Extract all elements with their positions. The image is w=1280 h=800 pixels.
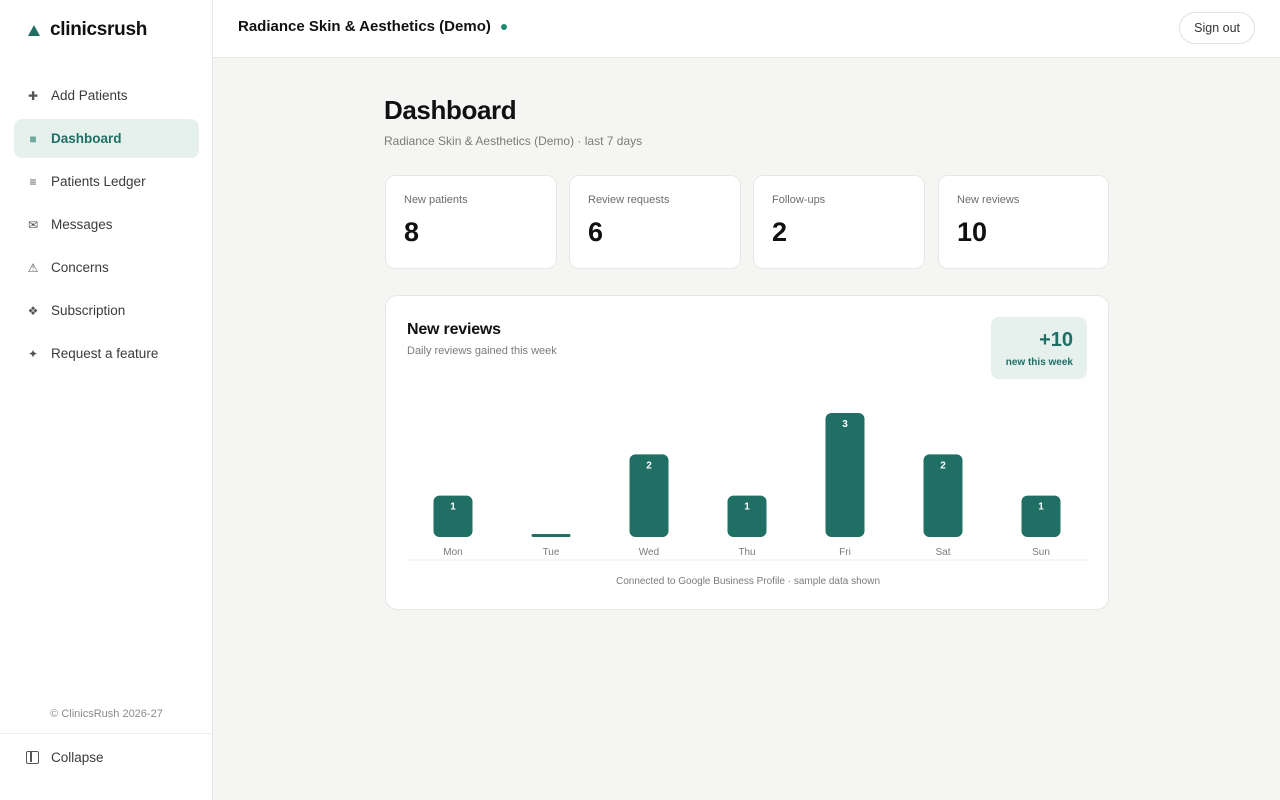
stat-card-new-reviews: New reviews 10 xyxy=(938,175,1109,269)
sidebar-item-label: Dashboard xyxy=(51,131,122,146)
badge-value: +10 xyxy=(1039,329,1073,351)
page-subtitle: Radiance Skin & Aesthetics (Demo) · last… xyxy=(384,134,643,148)
sidebar-item-label: Request a feature xyxy=(51,346,159,361)
chart-subtitle: Daily reviews gained this week xyxy=(407,345,557,357)
x-tick-label: Wed xyxy=(639,547,659,558)
sidebar-item-label: Patients Ledger xyxy=(51,174,146,189)
plus-icon: ✚ xyxy=(27,88,39,103)
bar-value-label: 1 xyxy=(1038,502,1044,513)
sidebar-item-subscription[interactable]: ❖ Subscription xyxy=(14,291,199,330)
stat-label: New patients xyxy=(404,194,468,206)
stat-value: 8 xyxy=(404,217,420,247)
topbar: Radiance Skin & Aesthetics (Demo) Sign o… xyxy=(213,0,1280,58)
copyright: © ClinicsRush 2026-27 xyxy=(50,708,163,720)
chart-title: New reviews xyxy=(407,321,501,338)
x-tick-label: Fri xyxy=(839,547,851,558)
weekly-total-badge: +10 new this week xyxy=(991,317,1087,379)
clinic-name-text: Radiance Skin & Aesthetics (Demo) xyxy=(238,18,491,35)
chart-footer: Connected to Google Business Profile · s… xyxy=(615,576,881,587)
stat-card-follow-ups: Follow-ups 2 xyxy=(753,175,925,269)
sidebar-item-messages[interactable]: ✉ Messages xyxy=(14,205,199,244)
collapse-label: Collapse xyxy=(51,750,104,765)
sidebar-item-label: Concerns xyxy=(51,260,109,275)
new-reviews-card: 1 Mon Tue 2 Wed 1 Thu 3 Fri 2 Sat 1 Sun New reviews … xyxy=(385,295,1109,610)
brand-name: clinicsrush xyxy=(50,19,148,40)
bar-fri xyxy=(825,413,865,537)
sidebar-item-dashboard[interactable]: ■ Dashboard xyxy=(14,119,199,158)
badge-label: new this week xyxy=(1005,357,1073,368)
dashboard-square-icon: ■ xyxy=(29,131,37,146)
sidebar-item-label: Messages xyxy=(51,217,113,232)
bar-value-label: 1 xyxy=(744,502,750,513)
sidebar-item-label: Add Patients xyxy=(51,88,128,103)
collapse-button[interactable]: Collapse xyxy=(26,750,104,765)
envelope-icon: ✉ xyxy=(27,217,39,232)
sidebar-item-label: Subscription xyxy=(51,303,126,318)
x-tick-label: Tue xyxy=(543,547,560,558)
bar-value-label: 3 xyxy=(842,419,848,430)
sign-out-button[interactable]: Sign out xyxy=(1179,12,1255,44)
list-icon: ≡ xyxy=(29,174,37,189)
page-title: Dashboard xyxy=(384,95,517,125)
bar-value-label: 2 xyxy=(940,460,946,471)
stat-value: 6 xyxy=(588,217,604,247)
brand-logo[interactable]: clinicsrush xyxy=(28,19,147,41)
stat-label: New reviews xyxy=(957,194,1020,206)
stat-label: Review requests xyxy=(588,194,670,206)
x-tick-label: Sun xyxy=(1032,547,1050,558)
bar-value-label: 1 xyxy=(450,502,456,513)
stat-card-review-requests: Review requests 6 xyxy=(569,175,741,269)
triangle-logo-icon xyxy=(28,25,40,36)
bar-tue xyxy=(531,534,571,537)
warning-icon: ⚠ xyxy=(27,260,39,275)
sidebar-item-patients-ledger[interactable]: ≡ Patients Ledger xyxy=(14,162,199,201)
collapse-panel-icon xyxy=(26,751,39,764)
stat-value: 2 xyxy=(772,217,788,247)
sidebar-item-add-patients[interactable]: ✚ Add Patients xyxy=(14,76,199,115)
sparkle-icon: ✦ xyxy=(27,346,39,361)
status-dot-icon xyxy=(500,23,507,30)
x-tick-label: Mon xyxy=(443,547,462,558)
stat-value: 10 xyxy=(957,217,988,247)
x-tick-label: Sat xyxy=(935,547,950,558)
sidebar-divider xyxy=(0,733,212,734)
bar-value-label: 2 xyxy=(646,460,652,471)
clinic-name: Radiance Skin & Aesthetics (Demo) xyxy=(238,18,507,35)
stat-card-new-patients: New patients 8 xyxy=(385,175,557,269)
sidebar-item-request-a-feature[interactable]: ✦ Request a feature xyxy=(14,334,199,373)
sidebar-item-concerns[interactable]: ⚠ Concerns xyxy=(14,248,199,287)
diamond-icon: ❖ xyxy=(27,303,39,318)
x-tick-label: Thu xyxy=(738,547,755,558)
stat-label: Follow-ups xyxy=(772,194,826,206)
sidebar: clinicsrush ✚ Add Patients ■ Dashboard ≡ Pati… xyxy=(0,0,213,800)
sidebar-nav: ✚ Add Patients ■ Dashboard ≡ Patients Ledger ✉… xyxy=(14,76,199,377)
